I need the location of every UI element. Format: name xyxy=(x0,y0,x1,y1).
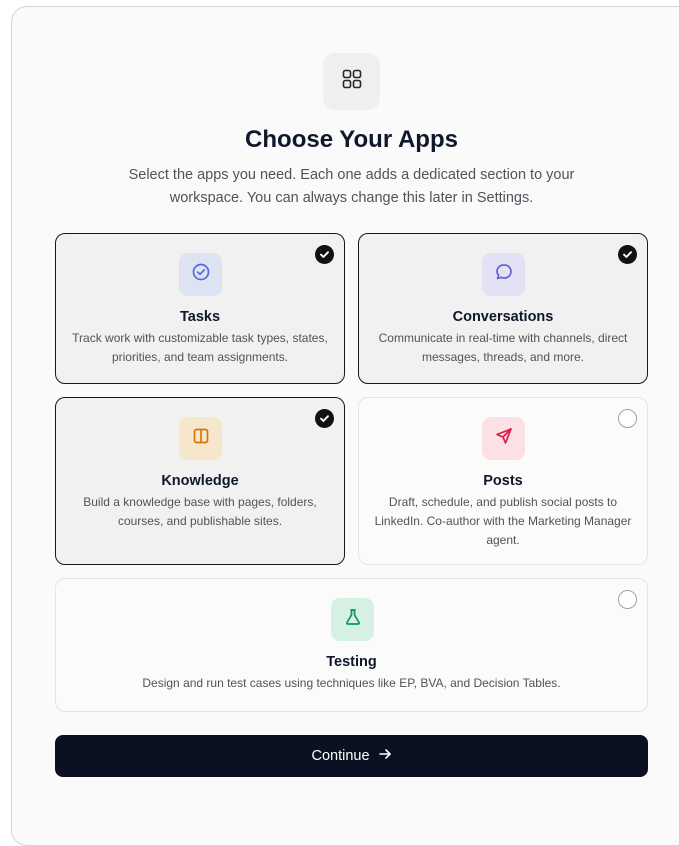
page-subtitle: Select the apps you need. Each one adds … xyxy=(128,167,575,206)
app-card-knowledge[interactable]: Knowledge Build a knowledge base with pa… xyxy=(55,397,345,565)
app-card-title: Tasks xyxy=(179,309,221,325)
app-card-title: Posts xyxy=(483,473,523,489)
grid-icon xyxy=(341,68,363,95)
selection-check-icon[interactable] xyxy=(315,409,334,428)
selection-check-icon[interactable] xyxy=(618,590,637,609)
continue-button[interactable]: Continue xyxy=(55,735,648,777)
posts-icon-box xyxy=(482,417,525,460)
selection-check-icon[interactable] xyxy=(618,409,637,428)
page-title: Choose Your Apps xyxy=(245,126,458,153)
knowledge-icon-box xyxy=(179,417,222,460)
chat-bubble-icon xyxy=(494,262,514,287)
testing-icon-box xyxy=(331,598,374,641)
app-card-description: Communicate in real-time with channels, … xyxy=(378,331,628,364)
app-card-conversations[interactable]: Conversations Communicate in real-time w… xyxy=(358,233,648,384)
app-card-title: Conversations xyxy=(452,309,554,325)
selection-check-icon[interactable] xyxy=(618,245,637,264)
app-card-tasks[interactable]: Tasks Track work with customizable task … xyxy=(55,233,345,384)
arrow-right-icon xyxy=(378,747,392,765)
book-icon xyxy=(191,426,211,451)
tasks-icon-box xyxy=(179,253,222,296)
selection-check-icon[interactable] xyxy=(315,245,334,264)
header-icon-box xyxy=(323,53,380,110)
app-card-description: Draft, schedule, and publish social post… xyxy=(374,495,632,547)
app-card-posts[interactable]: Posts Draft, schedule, and publish socia… xyxy=(358,397,648,565)
app-card-description: Track work with customizable task types,… xyxy=(72,331,328,364)
app-card-description: Build a knowledge base with pages, folde… xyxy=(83,495,317,528)
send-icon xyxy=(494,426,514,451)
check-circle-icon xyxy=(191,262,211,287)
flask-icon xyxy=(343,607,363,632)
app-card-testing[interactable]: Testing Design and run test cases using … xyxy=(55,578,648,712)
continue-label: Continue xyxy=(311,748,370,764)
app-card-title: Knowledge xyxy=(161,473,239,489)
app-card-description: Design and run test cases using techniqu… xyxy=(142,676,561,690)
conversations-icon-box xyxy=(482,253,525,296)
app-card-title: Testing xyxy=(326,654,377,670)
